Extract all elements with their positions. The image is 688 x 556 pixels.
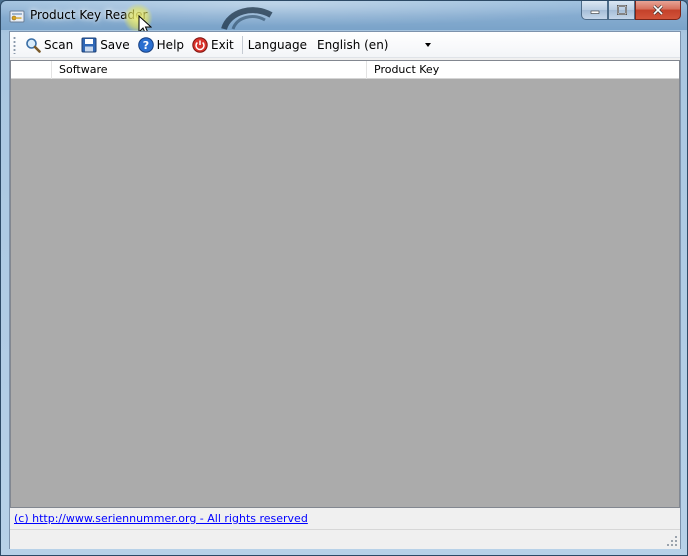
help-icon: ? [137, 36, 154, 53]
app-window: Product Key Reader Scan Save ? Help Exit… [0, 0, 688, 556]
close-button[interactable] [635, 1, 681, 20]
power-icon [192, 36, 208, 53]
status-bar [10, 529, 680, 549]
scan-button[interactable]: Scan [22, 34, 76, 56]
save-label: Save [100, 37, 130, 52]
language-value: English (en) [316, 37, 389, 52]
minimize-button[interactable] [581, 1, 608, 20]
software-key-table[interactable]: Software Product Key [10, 60, 680, 508]
maximize-icon [616, 5, 627, 15]
title-bar[interactable]: Product Key Reader [1, 1, 687, 36]
language-label: Language [247, 37, 307, 52]
scan-label: Scan [44, 37, 74, 52]
save-button[interactable]: Save [78, 34, 132, 56]
caption-buttons [581, 1, 681, 21]
chevron-down-icon [424, 42, 431, 47]
toolbar-grip[interactable] [13, 35, 16, 54]
key-app-icon [9, 10, 25, 23]
minimize-icon [590, 10, 599, 14]
column-header-product-key[interactable]: Product Key [367, 61, 679, 79]
close-icon [652, 5, 664, 15]
copyright-link[interactable]: (c) http://www.seriennummer.org - All ri… [14, 512, 308, 525]
exit-button[interactable]: Exit [189, 34, 237, 56]
svg-text:?: ? [142, 39, 148, 52]
help-label: Help [156, 37, 185, 52]
floppy-disk-icon [81, 37, 97, 52]
toolbar-separator [241, 35, 243, 54]
language-dropdown[interactable]: English (en) [315, 35, 435, 55]
toolbar: Scan Save ? Help Exit Language English (… [10, 32, 680, 58]
background-swirl-decoration [219, 5, 279, 31]
magnifier-icon [26, 37, 41, 53]
maximize-button[interactable] [608, 1, 635, 20]
table-header: Software Product Key [11, 61, 679, 79]
column-header-software[interactable]: Software [52, 61, 367, 79]
resize-grip-icon[interactable] [666, 535, 678, 547]
column-header-blank[interactable] [11, 61, 52, 79]
client-area: Scan Save ? Help Exit Language English (… [9, 31, 681, 549]
exit-label: Exit [211, 37, 234, 52]
help-button[interactable]: ? Help [135, 34, 187, 56]
